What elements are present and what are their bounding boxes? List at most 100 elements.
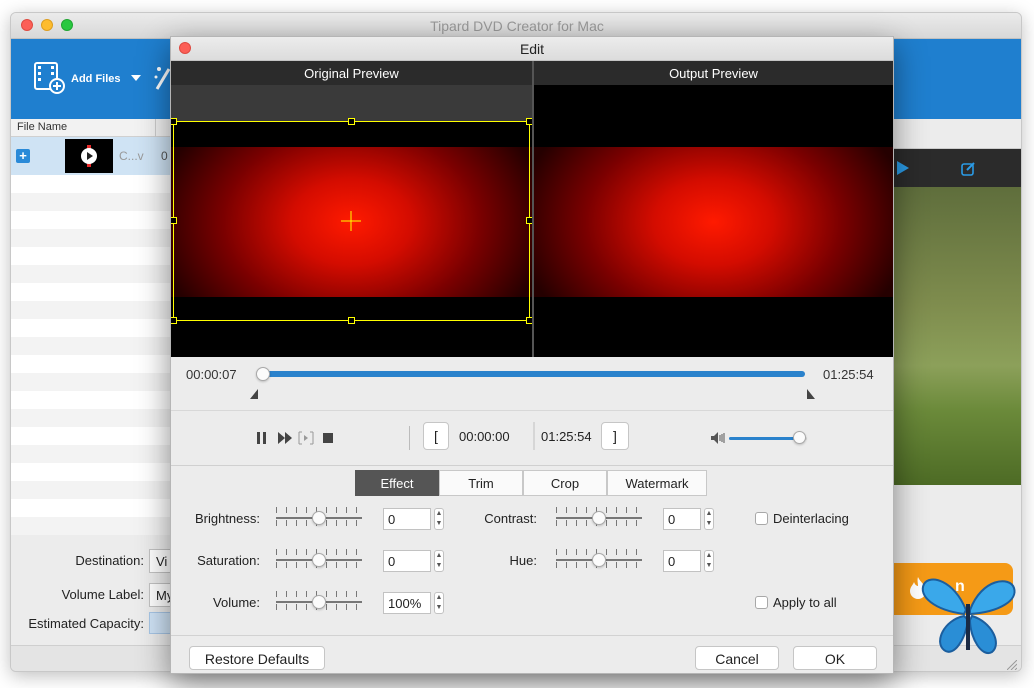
controls-separator [409, 426, 410, 450]
pause-icon[interactable] [257, 432, 267, 444]
video-thumbnail-play-icon [81, 145, 97, 167]
speaker-icon [711, 432, 725, 444]
file-list-row [11, 391, 171, 409]
file-list-row [11, 337, 171, 355]
window-title: Tipard DVD Creator for Mac [430, 18, 604, 34]
volume-effect-input[interactable]: 100% [383, 592, 431, 614]
volume-effect-label: Volume: [213, 595, 260, 610]
timeline-track[interactable] [261, 371, 805, 377]
cancel-button[interactable]: Cancel [695, 646, 779, 670]
file-list-row [11, 355, 171, 373]
saturation-slider[interactable] [276, 549, 362, 569]
current-time: 00:00:07 [186, 367, 237, 382]
close-dialog-button[interactable] [179, 42, 191, 54]
bottom-settings: Destination: Vi Volume Label: My Estimat… [11, 535, 173, 645]
duration-time: 01:25:54 [823, 367, 874, 382]
file-name-column-header[interactable]: File Name [11, 119, 171, 137]
crop-handle[interactable] [348, 118, 355, 125]
crop-handle[interactable] [526, 118, 532, 125]
file-list-row [11, 247, 171, 265]
output-preview-header: Output Preview [534, 61, 893, 85]
ok-button[interactable]: OK [793, 646, 877, 670]
preview-panel [893, 119, 1021, 495]
preview-controls [893, 149, 1021, 187]
trim-end-time: 01:25:54 [541, 429, 592, 444]
file-list-row [11, 211, 171, 229]
time-separator [533, 422, 535, 450]
crop-handle[interactable] [526, 217, 532, 224]
file-list-row [11, 319, 171, 337]
edit-icon[interactable] [961, 161, 976, 176]
trim-start-marker-icon[interactable] [250, 389, 258, 399]
trim-end-marker-icon[interactable] [807, 389, 815, 399]
crop-handle[interactable] [526, 317, 532, 324]
contrast-slider[interactable] [556, 507, 642, 527]
volume-level [729, 437, 800, 440]
restore-defaults-button[interactable]: Restore Defaults [189, 646, 325, 670]
file-list-row [11, 427, 171, 445]
hue-slider[interactable] [556, 549, 642, 569]
footer-divider [171, 635, 893, 636]
set-start-button[interactable]: [ [423, 422, 449, 450]
add-files-label: Add Files [71, 73, 121, 85]
edit-dialog-title: Edit [519, 41, 545, 57]
file-list-row [11, 481, 171, 499]
contrast-knob[interactable] [592, 511, 606, 525]
volume-knob[interactable] [793, 431, 807, 444]
hue-knob[interactable] [592, 553, 606, 567]
destination-label: Destination: [75, 553, 144, 568]
crop-handle[interactable] [348, 317, 355, 324]
timeline-area: 00:00:07 01:25:54 [171, 357, 893, 411]
hue-stepper[interactable]: ▲ ▼ [704, 550, 714, 572]
crop-handle[interactable] [171, 317, 177, 324]
saturation-knob[interactable] [312, 553, 326, 567]
set-end-button[interactable]: ] [601, 422, 629, 450]
add-files-button[interactable]: Add Files [33, 59, 143, 95]
deinterlacing-checkbox[interactable] [755, 512, 768, 525]
play-icon[interactable] [897, 161, 909, 175]
file-extra-text: 0 [161, 149, 168, 163]
next-frame-icon[interactable] [298, 431, 314, 445]
original-preview[interactable] [171, 85, 532, 357]
contrast-input[interactable]: 0 [663, 508, 701, 530]
saturation-input[interactable]: 0 [383, 550, 431, 572]
effect-panel: Brightness: 0 ▲ ▼ Contrast: 0 ▲ ▼ Deinterl… [171, 497, 893, 637]
file-list-row [11, 463, 171, 481]
film-add-icon [34, 62, 65, 94]
file-name-text: C...v [119, 149, 144, 163]
estimated-capacity-label: Estimated Capacity: [28, 616, 144, 631]
edit-dialog: Edit Original Preview Output Preview 00:… [170, 36, 894, 674]
apply-to-all-checkbox[interactable] [755, 596, 768, 609]
hue-input[interactable]: 0 [663, 550, 701, 572]
volume-effect-stepper[interactable]: ▲ ▼ [434, 592, 444, 614]
crop-handle[interactable] [171, 118, 177, 125]
tab-watermark[interactable]: Watermark [607, 470, 707, 496]
contrast-label: Contrast: [484, 511, 537, 526]
file-list-row [11, 445, 171, 463]
file-list-item[interactable]: + C...v 0 [11, 137, 171, 175]
expand-icon[interactable]: + [16, 149, 30, 163]
brightness-label: Brightness: [194, 511, 260, 526]
original-preview-header: Original Preview [171, 61, 532, 85]
brightness-slider[interactable] [276, 507, 362, 527]
tab-crop[interactable]: Crop [523, 470, 607, 496]
file-list-row [11, 373, 171, 391]
volume-effect-knob[interactable] [312, 595, 326, 609]
crop-handle[interactable] [171, 217, 177, 224]
trim-start-time: 00:00:00 [459, 429, 510, 444]
tab-trim[interactable]: Trim [439, 470, 523, 496]
brightness-input[interactable]: 0 [383, 508, 431, 530]
brightness-knob[interactable] [312, 511, 326, 525]
file-list-row [11, 499, 171, 517]
contrast-stepper[interactable]: ▲ ▼ [704, 508, 714, 530]
apply-to-all-label: Apply to all [773, 595, 837, 610]
timeline-knob[interactable] [256, 367, 270, 381]
fast-forward-icon[interactable] [278, 432, 292, 444]
playback-controls: [ 00:00:00 01:25:54 ] [171, 412, 893, 466]
volume-effect-slider[interactable] [276, 591, 362, 611]
file-list-row [11, 301, 171, 319]
video-thumbnail [65, 139, 113, 173]
tab-effect[interactable]: Effect [355, 470, 439, 496]
deinterlacing-label: Deinterlacing [773, 511, 849, 526]
stop-icon[interactable] [323, 433, 333, 443]
